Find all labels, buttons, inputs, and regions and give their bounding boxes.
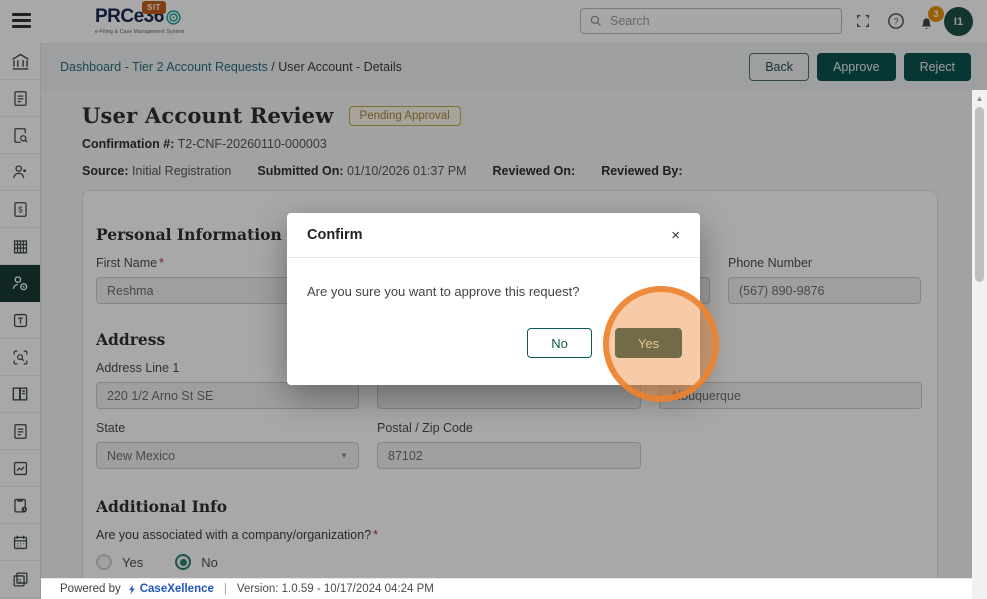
casexellence-logo-icon	[128, 584, 135, 594]
confirm-dialog-message: Are you sure you want to approve this re…	[307, 284, 580, 299]
confirm-dialog: Confirm × Are you sure you want to appro…	[287, 213, 700, 385]
scroll-up-icon[interactable]: ▲	[972, 90, 987, 103]
confirm-dialog-header: Confirm ×	[287, 213, 700, 258]
page-scrollbar[interactable]: ▲	[972, 90, 987, 599]
powered-by-label: Powered by	[60, 583, 121, 595]
scrollbar-thumb[interactable]	[975, 107, 984, 282]
yes-button[interactable]: Yes	[615, 328, 682, 358]
no-button[interactable]: No	[527, 328, 592, 358]
app-footer: Powered by CaseXellence | Version: 1.0.5…	[41, 578, 972, 599]
close-icon[interactable]: ×	[671, 228, 680, 243]
casexellence-brand: CaseXellence	[127, 583, 214, 596]
confirm-dialog-title: Confirm	[307, 227, 363, 243]
footer-divider: |	[223, 583, 227, 595]
footer-version: Version: 1.0.59 - 10/17/2024 04:24 PM	[236, 583, 434, 595]
